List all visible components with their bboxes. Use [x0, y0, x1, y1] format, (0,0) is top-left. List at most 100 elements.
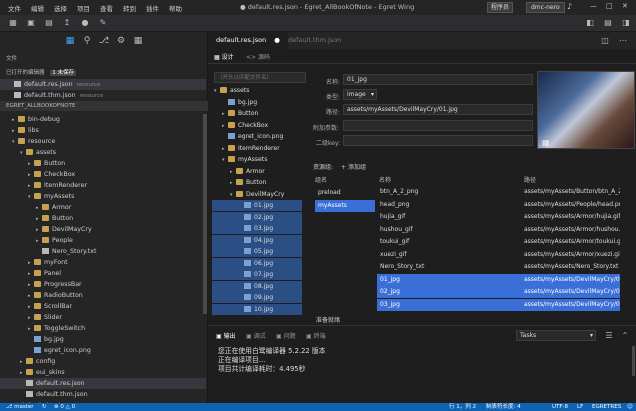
- resource-tree-item[interactable]: 07.jpg: [212, 269, 302, 280]
- language-mode[interactable]: EGRETRES: [592, 403, 621, 411]
- open-editor-item[interactable]: default.thm.json resource: [0, 90, 206, 101]
- resource-tree-item[interactable]: ▾ myAssets: [212, 154, 302, 165]
- panel-tab[interactable]: ▣ 调试: [246, 331, 266, 340]
- panel-scrollbar[interactable]: [632, 346, 635, 376]
- panel-tab[interactable]: ▣ 输出: [216, 331, 236, 340]
- open-editor-item[interactable]: default.res.json resource: [0, 79, 206, 90]
- menu-item[interactable]: 选择: [54, 3, 67, 13]
- group-row[interactable]: myAssets: [315, 199, 375, 212]
- problems-status[interactable]: ⊗ 0 △ 0: [54, 403, 75, 411]
- tree-item[interactable]: ▸ ItemRenderer: [0, 180, 206, 191]
- menu-item[interactable]: 帮助: [169, 3, 182, 13]
- tree-item[interactable]: ▸ Slider: [0, 312, 206, 323]
- resource-tree-item[interactable]: 04.jpg: [212, 234, 302, 246]
- sync-icon[interactable]: ↻: [42, 403, 47, 411]
- tree-item[interactable]: egret_icon.png: [0, 345, 206, 356]
- extensions-icon[interactable]: ▦: [132, 35, 144, 47]
- save-all-icon[interactable]: ▤: [44, 18, 54, 28]
- tree-item[interactable]: ▾ resource: [0, 136, 206, 147]
- tree-item[interactable]: ▸ bin-debug: [0, 114, 206, 125]
- smiley-icon[interactable]: ☺: [627, 403, 633, 411]
- resource-tree-item[interactable]: 01.jpg: [212, 200, 302, 211]
- tree-item[interactable]: default.res.json: [0, 378, 206, 389]
- extra-params-field[interactable]: [343, 120, 533, 131]
- maximize-icon[interactable]: □: [606, 2, 613, 10]
- branch-status[interactable]: ⎇ master: [6, 403, 34, 411]
- bell-icon[interactable]: ♪: [567, 2, 572, 11]
- export-icon[interactable]: ↥: [62, 18, 72, 28]
- collapse-panel-icon[interactable]: ⌃: [620, 331, 630, 341]
- new-file-icon[interactable]: ▦: [8, 18, 18, 28]
- resource-tree-item[interactable]: egret_icon.png: [212, 131, 302, 142]
- tree-item[interactable]: ▸ CheckBox: [0, 169, 206, 180]
- resource-tree-item[interactable]: ▾ assets: [212, 85, 302, 96]
- group-row[interactable]: preload: [315, 187, 375, 199]
- resource-row[interactable]: hujia_gif assets/myAssets/Armor/hujia.gif: [377, 211, 620, 223]
- panel-tab[interactable]: ▣ 终端: [306, 331, 326, 340]
- resource-tree-item[interactable]: 06.jpg: [212, 257, 302, 269]
- resource-tree-item[interactable]: 03.jpg: [212, 223, 302, 234]
- resource-tree-item[interactable]: ▾ DevilMayCry: [212, 189, 302, 200]
- mode-button[interactable]: 程序员: [487, 2, 514, 13]
- sidebar-scrollbar[interactable]: [203, 114, 207, 314]
- tree-item[interactable]: ▸ config: [0, 356, 206, 367]
- save-icon[interactable]: ▣: [26, 18, 36, 28]
- menu-item[interactable]: 项目: [77, 3, 90, 13]
- resource-tree-item[interactable]: ▸ ItemRenderer: [212, 143, 302, 154]
- tree-item[interactable]: ▸ DevilMayCry: [0, 224, 206, 235]
- tree-item[interactable]: ▾ assets: [0, 147, 206, 158]
- user-button[interactable]: dmc-nero: [526, 2, 565, 13]
- tab-default-thm-json[interactable]: default.thm.json: [280, 32, 349, 49]
- clear-output-icon[interactable]: ☰: [604, 331, 614, 341]
- layout-bottom-icon[interactable]: ▤: [603, 18, 613, 28]
- brush-icon[interactable]: ✎: [98, 18, 108, 28]
- type-select[interactable]: image ▾: [343, 89, 377, 100]
- tree-item[interactable]: ▸ ProgressBar: [0, 279, 206, 290]
- menu-item[interactable]: 编辑: [31, 3, 44, 13]
- debug-icon[interactable]: ●: [80, 18, 90, 28]
- line-ending[interactable]: LF: [577, 403, 583, 411]
- cursor-position[interactable]: 行 1，列 2: [449, 403, 476, 411]
- git-icon[interactable]: ⎇: [98, 35, 110, 47]
- resource-row[interactable]: 02_jpg assets/myAssets/DevilMayCry/02.jpg: [377, 286, 620, 298]
- split-editor-icon[interactable]: ◫: [600, 36, 610, 46]
- add-group-button[interactable]: + 添加组: [341, 162, 366, 171]
- resource-tree-item[interactable]: ▸ Button: [212, 108, 302, 119]
- resource-row[interactable]: head_png assets/myAssets/People/head.png: [377, 199, 620, 211]
- tree-item[interactable]: ▸ People: [0, 235, 206, 246]
- tree-item[interactable]: ▸ eui_skins: [0, 367, 206, 378]
- subkey-field[interactable]: [343, 135, 533, 146]
- menu-item[interactable]: 转到: [123, 3, 136, 13]
- resource-tree-item[interactable]: bg.jpg: [212, 97, 302, 108]
- resource-row[interactable]: xuezi_gif assets/myAssets/Armor/xuezi.gif: [377, 249, 620, 261]
- tree-item[interactable]: default.thm.json: [0, 389, 206, 400]
- resource-tree-item[interactable]: 10.jpg: [212, 303, 302, 315]
- more-icon[interactable]: ⋯: [618, 36, 628, 46]
- tab-design[interactable]: ▦ 设计: [214, 53, 234, 63]
- resource-row[interactable]: btn_A_2_png assets/myAssets/Button/btn_A_…: [377, 186, 620, 198]
- menu-item[interactable]: 插件: [146, 3, 159, 13]
- tree-item[interactable]: ▾ myAssets: [0, 191, 206, 202]
- explorer-icon[interactable]: ▦: [64, 35, 76, 47]
- tab-size[interactable]: 制表符长度: 4: [486, 403, 521, 411]
- tree-item[interactable]: ▸ ScrollBar: [0, 301, 206, 312]
- tree-item[interactable]: Nero_Story.txt: [0, 246, 206, 257]
- close-icon[interactable]: ✕: [622, 2, 628, 10]
- tree-item[interactable]: ▸ Button: [0, 158, 206, 169]
- resource-row[interactable]: toukui_gif assets/myAssets/Armor/toukui.g…: [377, 236, 620, 248]
- resource-search-input[interactable]: [214, 72, 306, 83]
- tree-item[interactable]: ▸ Panel: [0, 268, 206, 279]
- path-field[interactable]: assets/myAssets/DevilMayCry/01.jpg: [343, 104, 533, 115]
- resource-tree-item[interactable]: ▸ Button: [212, 177, 302, 188]
- resource-tree-item[interactable]: 02.jpg: [212, 211, 302, 223]
- tab-source[interactable]: <> 源码: [246, 53, 270, 63]
- resource-tree-item[interactable]: 05.jpg: [212, 246, 302, 257]
- layout-left-icon[interactable]: ◧: [585, 18, 595, 28]
- menu-item[interactable]: 查看: [100, 3, 113, 13]
- resource-row[interactable]: 01_jpg assets/myAssets/DevilMayCry/01.jpg: [377, 273, 620, 286]
- search-icon[interactable]: ⚲: [81, 35, 93, 47]
- tree-item[interactable]: ▸ RadioButton: [0, 290, 206, 301]
- tree-item[interactable]: ▸ myFont: [0, 257, 206, 268]
- project-header[interactable]: EGRET_ALLBOOKOFNOTE: [0, 101, 208, 111]
- tree-item[interactable]: ▸ Button: [0, 213, 206, 224]
